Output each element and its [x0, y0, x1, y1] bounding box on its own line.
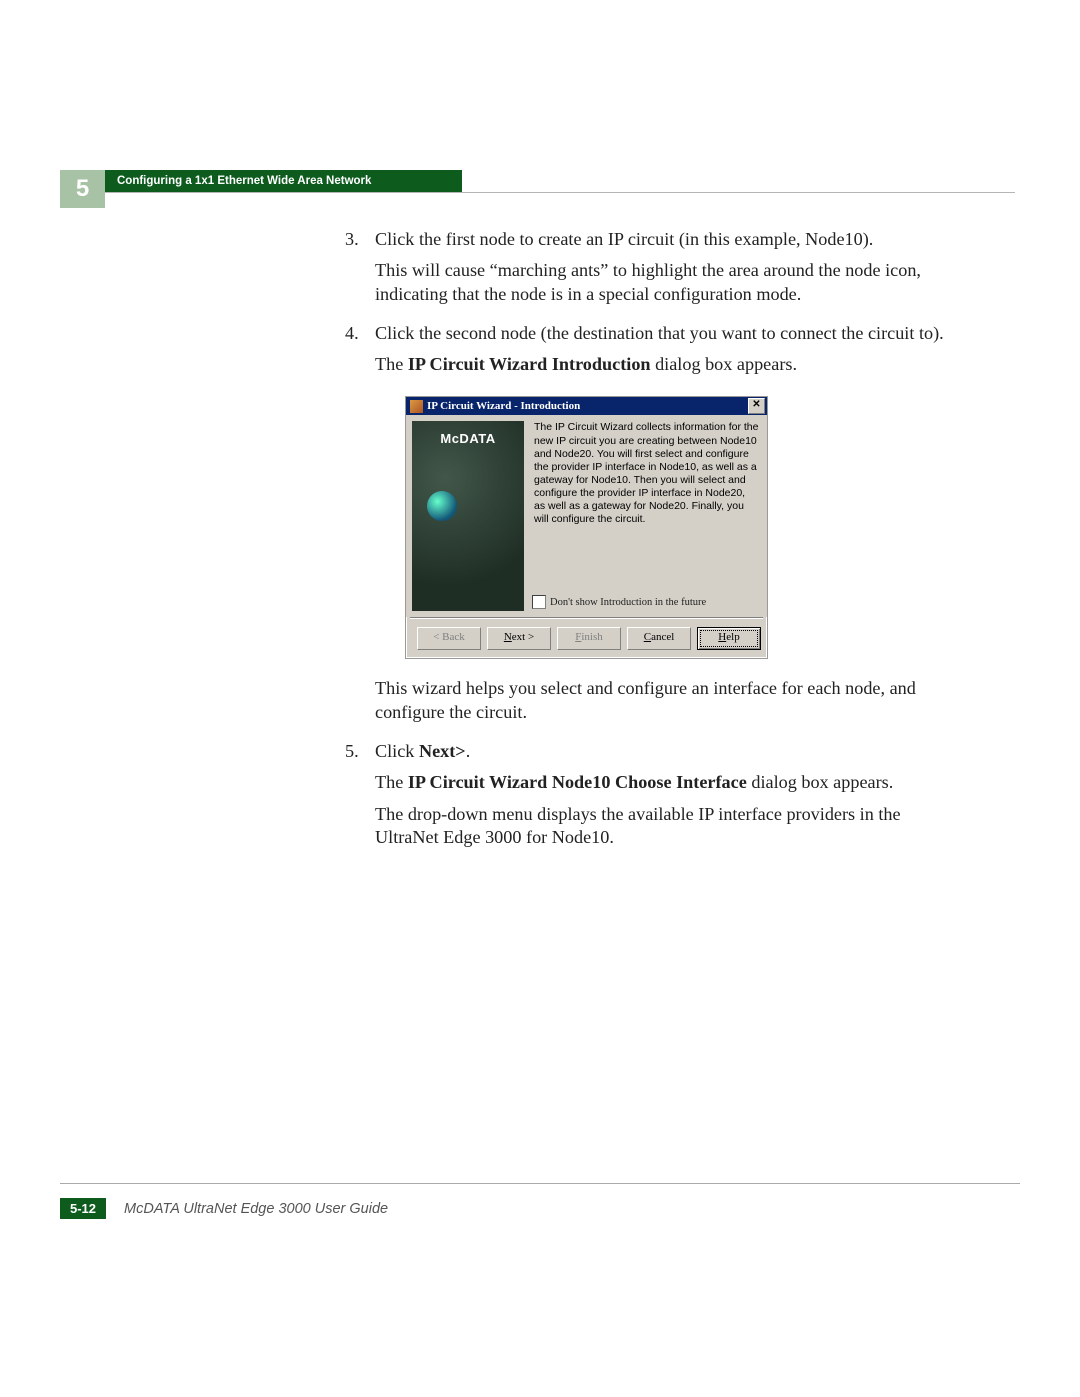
post-dialog-paragraph: This wizard helps you select and configu… [375, 677, 955, 724]
step3-line2: This will cause “marching ants” to highl… [375, 259, 955, 306]
page-number-badge: 5-12 [60, 1198, 106, 1219]
guide-title: McDATA UltraNet Edge 3000 User Guide [124, 1201, 388, 1217]
page-footer: 5-12 McDATA UltraNet Edge 3000 User Guid… [60, 1183, 1020, 1219]
content-column: 3. Click the first node to create an IP … [345, 228, 955, 865]
back-button: < Back [417, 627, 481, 650]
help-button[interactable]: Help [697, 627, 761, 650]
dialog-description: The IP Circuit Wizard collects informati… [532, 421, 761, 526]
step-4: 4. Click the second node (the destinatio… [345, 322, 955, 732]
step-number: 4. [345, 322, 375, 732]
dialog-app-icon [410, 400, 423, 413]
chapter-number-tab: 5 [60, 170, 105, 208]
cancel-button[interactable]: Cancel [627, 627, 691, 650]
globe-icon [427, 491, 457, 521]
step-3: 3. Click the first node to create an IP … [345, 228, 955, 314]
step5-line3: The drop-down menu displays the availabl… [375, 803, 955, 850]
dialog-titlebar: IP Circuit Wizard - Introduction ✕ [406, 397, 767, 415]
step-number: 5. [345, 740, 375, 857]
dont-show-checkbox-row[interactable]: Don't show Introduction in the future [532, 591, 761, 611]
dialog-sidebar-image: McDATA [412, 421, 524, 611]
dialog-button-row: < Back Next > Finish Cancel Help [406, 619, 767, 658]
step-number: 3. [345, 228, 375, 314]
step3-line1: Click the first node to create an IP cir… [375, 228, 955, 251]
finish-button: Finish [557, 627, 621, 650]
mcdata-logo: McDATA [412, 431, 524, 446]
checkbox-label: Don't show Introduction in the future [550, 597, 706, 608]
step5-line1: Click Next>. [375, 740, 955, 763]
step5-line2: The IP Circuit Wizard Node10 Choose Inte… [375, 771, 955, 794]
close-icon[interactable]: ✕ [748, 398, 765, 414]
checkbox-icon[interactable] [532, 595, 546, 609]
running-header: Configuring a 1x1 Ethernet Wide Area Net… [105, 170, 462, 192]
dialog-title-text: IP Circuit Wizard - Introduction [427, 400, 580, 412]
step4-line1: Click the second node (the destination t… [375, 322, 955, 345]
step4-line2: The IP Circuit Wizard Introduction dialo… [375, 353, 955, 376]
ip-circuit-wizard-dialog: IP Circuit Wizard - Introduction ✕ McDAT… [405, 396, 768, 659]
step-5: 5. Click Next>. The IP Circuit Wizard No… [345, 740, 955, 857]
next-button[interactable]: Next > [487, 627, 551, 650]
header-rule [105, 192, 1015, 193]
